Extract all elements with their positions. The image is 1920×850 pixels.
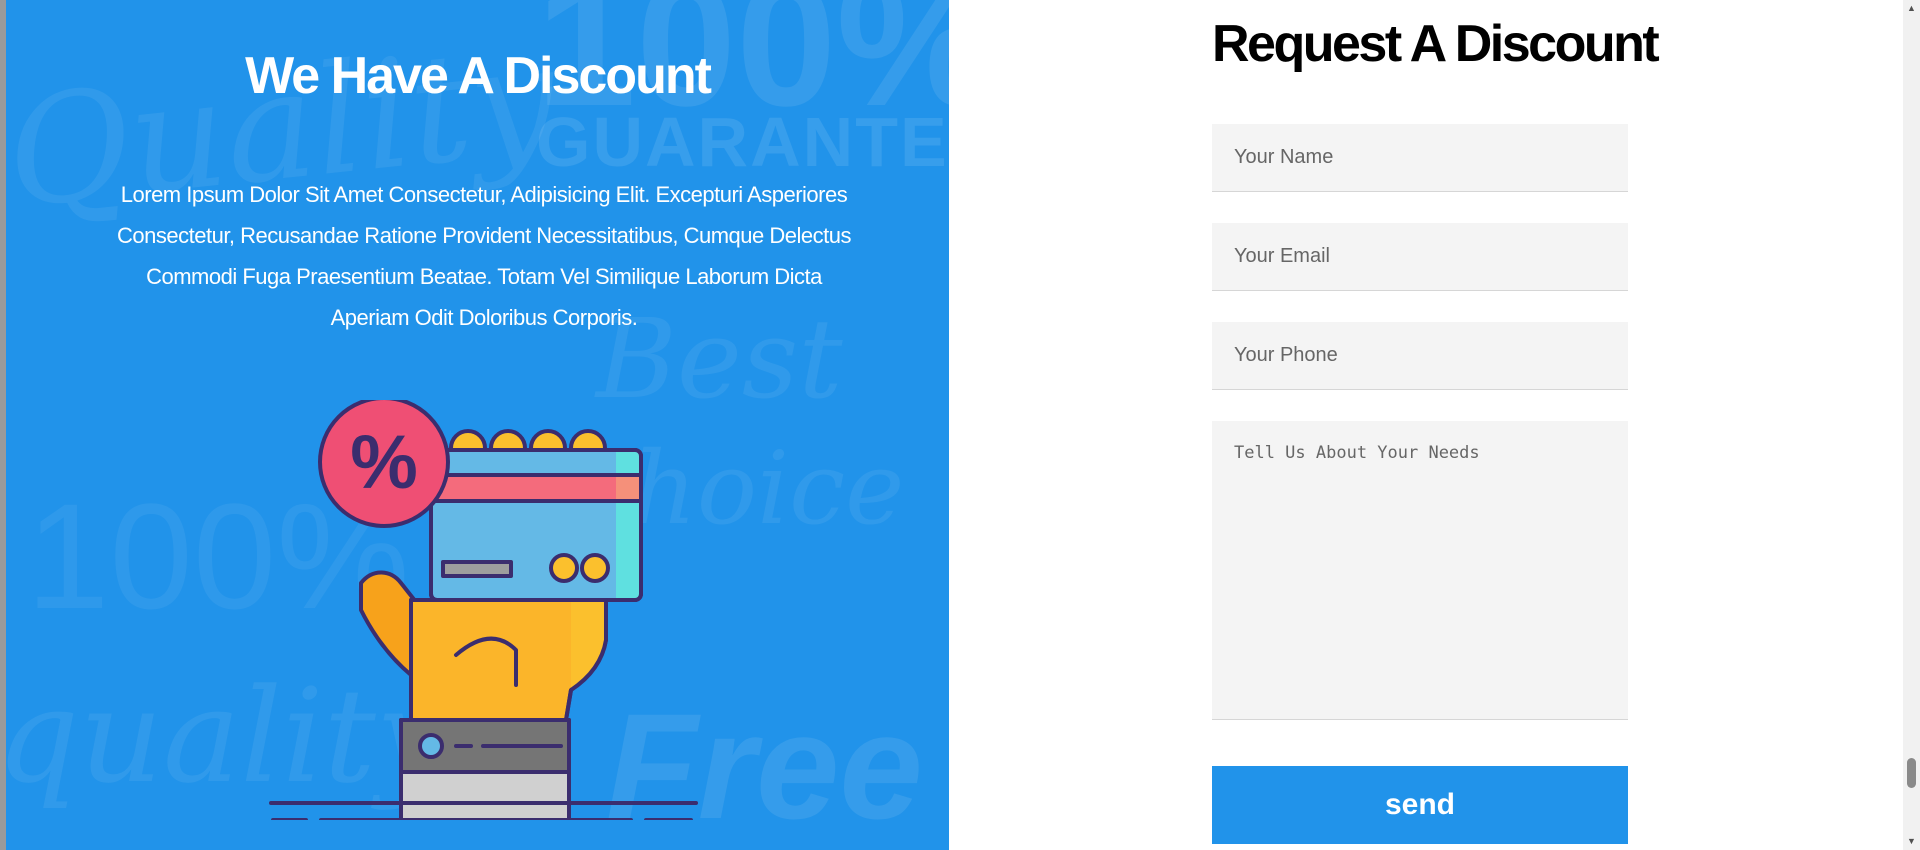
name-field[interactable] — [1212, 124, 1628, 192]
phone-field[interactable] — [1212, 322, 1628, 390]
form-title: Request A Discount — [1212, 15, 1660, 73]
needs-textarea[interactable] — [1212, 421, 1628, 720]
send-button[interactable]: send — [1212, 766, 1628, 844]
hand-holding-discount-card-illustration: % — [269, 400, 698, 820]
discount-hero: Quality 100% GUARANTEED Best Choice 100%… — [6, 0, 949, 850]
hero-title: We Have A Discount — [245, 47, 712, 105]
watermark-guaranteed: GUARANTEED — [536, 103, 949, 181]
scrollbar-thumb[interactable] — [1907, 758, 1916, 788]
email-field[interactable] — [1212, 223, 1628, 291]
hero-description: Lorem Ipsum Dolor Sit Amet Consectetur, … — [117, 182, 851, 330]
scroll-down-arrow-icon[interactable]: ▼ — [1903, 833, 1920, 850]
page-scrollbar[interactable]: ▲ ▼ — [1903, 0, 1920, 850]
svg-text:%: % — [350, 420, 418, 505]
scroll-up-arrow-icon[interactable]: ▲ — [1903, 0, 1920, 17]
